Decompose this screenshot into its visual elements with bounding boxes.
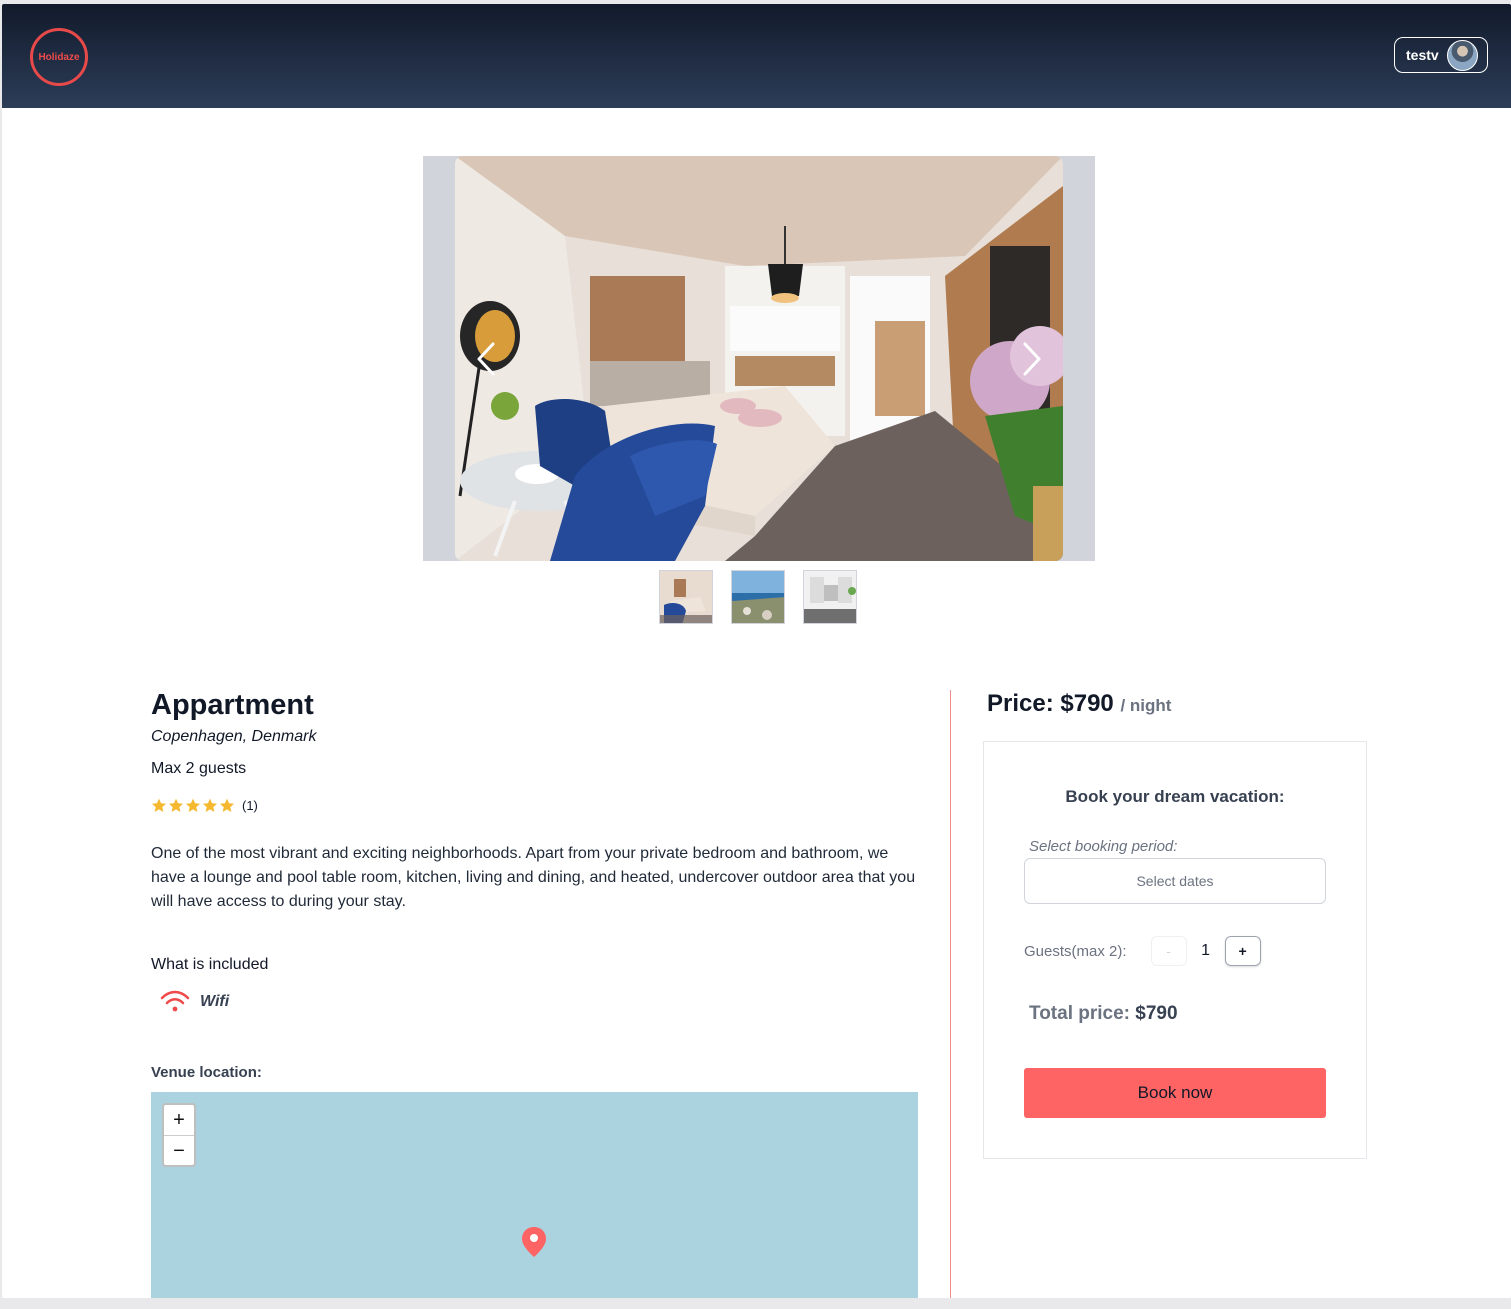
carousel-next-button[interactable] xyxy=(1015,341,1045,377)
thumbnail-coastline[interactable] xyxy=(731,570,785,624)
image-carousel xyxy=(423,156,1095,561)
venue-location-heading: Venue location: xyxy=(151,1064,262,1081)
chevron-left-icon xyxy=(477,342,495,376)
rating-count: (1) xyxy=(242,798,258,813)
guests-stepper: Guests(max 2): - 1 + xyxy=(1024,936,1261,966)
price-label: Price: $790 xyxy=(987,690,1114,717)
max-guests: Max 2 guests xyxy=(151,760,247,777)
star-icon xyxy=(168,798,184,813)
avatar xyxy=(1446,39,1478,71)
map-zoom-control: + − xyxy=(162,1103,196,1167)
zoom-out-button[interactable]: − xyxy=(164,1136,194,1165)
booking-period-label: Select booking period: xyxy=(1029,838,1178,855)
increase-guests-button[interactable]: + xyxy=(1224,936,1261,966)
venue-title: Appartment xyxy=(151,689,314,721)
total-price-value: $790 xyxy=(1135,1003,1178,1024)
carousel-prev-button[interactable] xyxy=(473,341,503,377)
star-icon xyxy=(219,798,235,813)
site-header: Holidaze testv xyxy=(2,4,1511,108)
venue-location: Copenhagen, Denmark xyxy=(151,728,317,745)
star-icon xyxy=(185,798,201,813)
decrease-guests-button[interactable]: - xyxy=(1150,936,1187,966)
thumbnail-kitchen[interactable] xyxy=(803,570,857,624)
main-venue-photo xyxy=(455,156,1063,561)
booking-card: Book your dream vacation: Select booking… xyxy=(983,741,1367,1159)
total-price: Total price: $790 xyxy=(1029,1003,1178,1025)
wifi-icon xyxy=(160,990,190,1012)
map-pin-icon[interactable] xyxy=(521,1226,547,1258)
username: testv xyxy=(1406,47,1439,63)
amenity-wifi: Wifi xyxy=(160,990,229,1014)
total-price-label: Total price: xyxy=(1029,1003,1130,1024)
venue-map[interactable]: + − xyxy=(151,1092,918,1298)
logo-text: Holidaze xyxy=(38,51,80,63)
star-icon xyxy=(202,798,218,813)
user-menu-button[interactable]: testv xyxy=(1394,37,1488,73)
price-per-night: Price: $790 / night xyxy=(987,690,1171,718)
guests-label: Guests(max 2): xyxy=(1024,942,1127,960)
included-heading: What is included xyxy=(151,956,269,973)
booking-card-title: Book your dream vacation: xyxy=(1065,787,1285,806)
thumbnail-room[interactable] xyxy=(659,570,713,624)
browser-window: Holidaze testv Appartment Copenhagen, De… xyxy=(2,4,1511,1298)
venue-description: One of the most vibrant and exciting nei… xyxy=(151,845,916,910)
date-picker-input[interactable]: Select dates xyxy=(1024,858,1326,904)
chevron-right-icon xyxy=(1023,342,1041,376)
book-now-button[interactable]: Book now xyxy=(1024,1068,1326,1118)
column-divider xyxy=(950,690,951,1298)
star-rating: (1) xyxy=(151,798,258,813)
star-icon xyxy=(151,798,167,813)
zoom-in-button[interactable]: + xyxy=(164,1105,194,1136)
price-unit: / night xyxy=(1120,696,1172,715)
amenity-label: Wifi xyxy=(200,993,230,1010)
guests-count: 1 xyxy=(1201,942,1210,959)
holidaze-logo[interactable]: Holidaze xyxy=(30,28,88,86)
